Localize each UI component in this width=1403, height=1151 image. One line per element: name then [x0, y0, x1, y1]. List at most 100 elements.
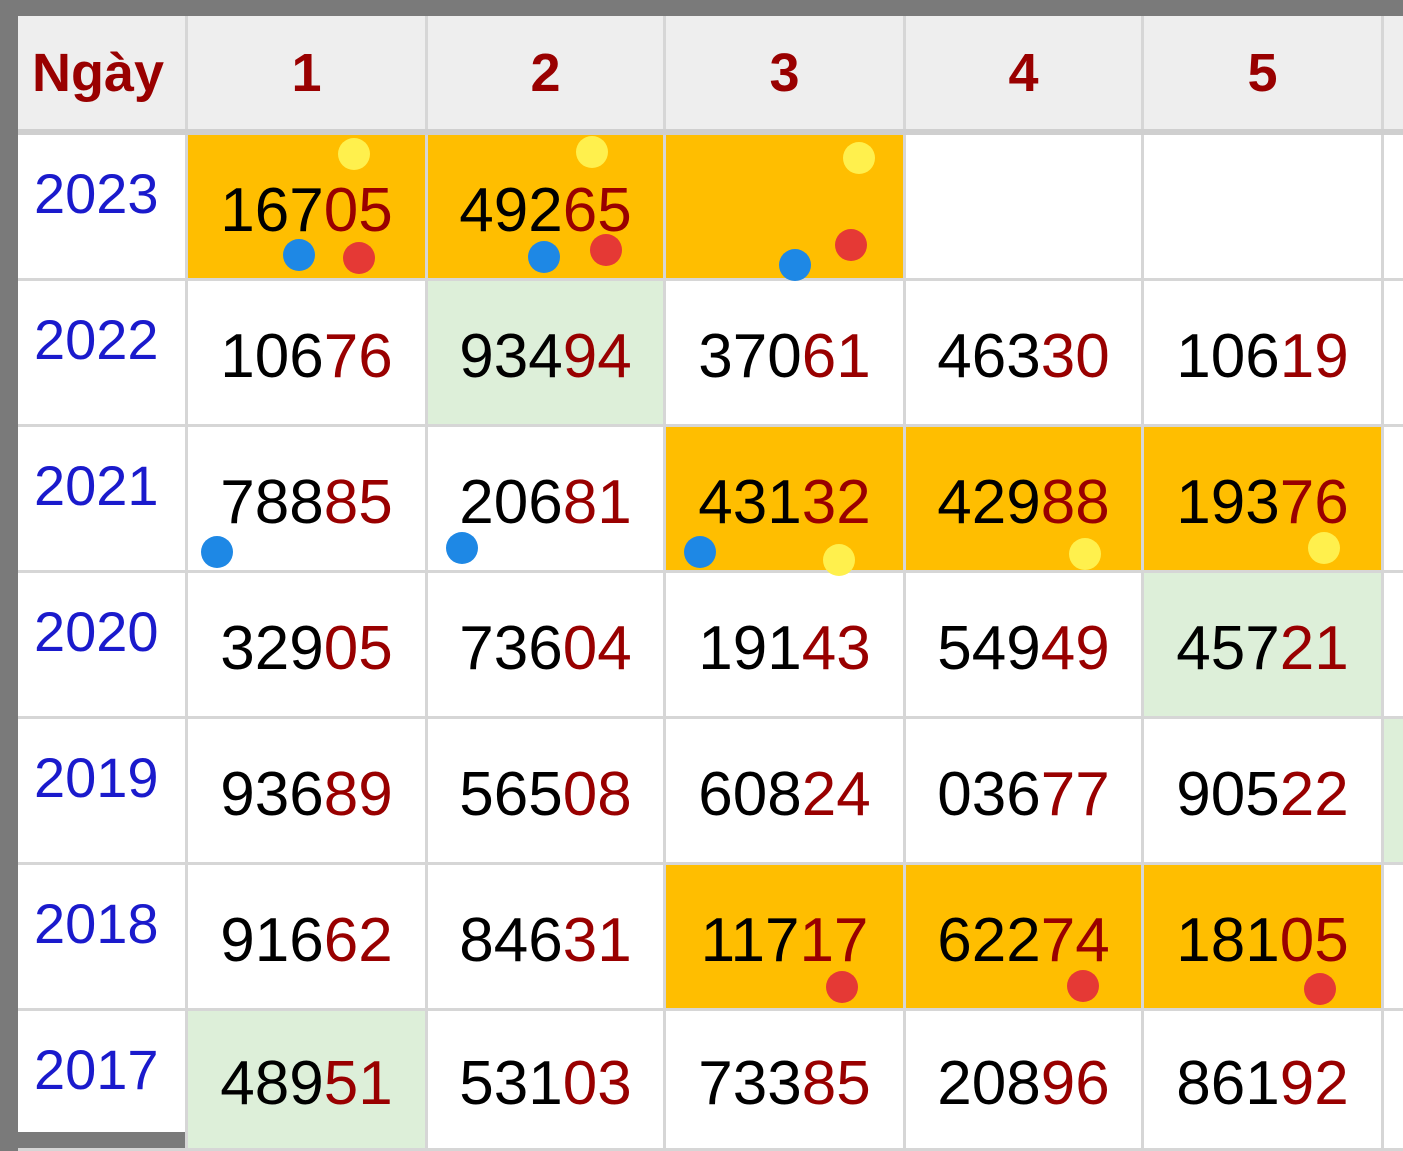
result-last-two-digits: 61 [801, 322, 871, 391]
result-prefix: 167 [220, 176, 324, 245]
result-last-two-digits: 74 [1040, 906, 1110, 975]
result-last-two-digits: 76 [323, 322, 393, 391]
lottery-results-table: Ngày 1 2 3 4 5 2023 167 05 492 65 2022 106 76 93… [18, 16, 1403, 1151]
overflow-cell [1384, 135, 1403, 281]
overflow-cell [1384, 1011, 1403, 1151]
status-dot [826, 971, 858, 1003]
result-prefix: 191 [698, 614, 802, 683]
status-dot [684, 536, 716, 568]
result-last-two-digits: 05 [323, 614, 393, 683]
result-last-two-digits: 43 [801, 614, 871, 683]
result-prefix: 206 [459, 468, 563, 537]
result-prefix: 531 [459, 1049, 563, 1118]
result-prefix: 936 [220, 760, 324, 829]
result-prefix: 549 [937, 614, 1041, 683]
result-last-two-digits: 88 [1040, 468, 1110, 537]
status-dot [779, 249, 811, 281]
result-cell: 736 04 [428, 573, 666, 719]
column-header-2: 2 [428, 16, 666, 132]
result-cell: 916 62 [188, 865, 428, 1011]
status-dot [590, 234, 622, 266]
result-prefix: 608 [698, 760, 802, 829]
result-prefix: 463 [937, 322, 1041, 391]
status-dot [528, 241, 560, 273]
status-dot [343, 242, 375, 274]
year-label: 2017 [18, 1011, 188, 1151]
result-prefix: 846 [459, 906, 563, 975]
overflow-cell [1384, 865, 1403, 1011]
result-cell: 936 89 [188, 719, 428, 865]
status-dot [201, 536, 233, 568]
result-last-two-digits: 05 [1279, 906, 1349, 975]
result-cell: 106 76 [188, 281, 428, 427]
result-cell: 329 05 [188, 573, 428, 719]
result-cell: 457 21 [1144, 573, 1384, 719]
overflow-cell [1384, 281, 1403, 427]
result-last-two-digits: 49 [1040, 614, 1110, 683]
year-label: 2021 [18, 427, 188, 573]
result-prefix: 934 [459, 322, 563, 391]
result-cell [906, 135, 1144, 281]
result-last-two-digits: 51 [323, 1049, 393, 1118]
result-last-two-digits: 94 [562, 322, 632, 391]
result-last-two-digits: 22 [1279, 760, 1349, 829]
column-header-5: 5 [1144, 16, 1384, 132]
result-last-two-digits: 30 [1040, 322, 1110, 391]
result-prefix: 916 [220, 906, 324, 975]
result-prefix: 106 [220, 322, 324, 391]
result-prefix: 329 [220, 614, 324, 683]
result-prefix: 429 [937, 468, 1041, 537]
result-last-two-digits: 81 [562, 468, 632, 537]
result-cell: 429 88 [906, 427, 1144, 573]
result-cell: 531 03 [428, 1011, 666, 1151]
result-cell: 193 76 [1144, 427, 1384, 573]
result-cell: 622 74 [906, 865, 1144, 1011]
result-cell: 733 85 [666, 1011, 906, 1151]
status-dot [1304, 973, 1336, 1005]
result-prefix: 788 [220, 468, 324, 537]
year-label: 2019 [18, 719, 188, 865]
column-header-1: 1 [188, 16, 428, 132]
result-cell: 905 22 [1144, 719, 1384, 865]
status-dot [1067, 970, 1099, 1002]
result-cell: 181 05 [1144, 865, 1384, 1011]
result-cell: 846 31 [428, 865, 666, 1011]
status-dot [835, 229, 867, 261]
result-cell: 191 43 [666, 573, 906, 719]
result-cell: 117 17 [666, 865, 906, 1011]
column-header-4: 4 [906, 16, 1144, 132]
year-label: 2020 [18, 573, 188, 719]
result-prefix: 193 [1176, 468, 1280, 537]
column-header-3: 3 [666, 16, 906, 132]
result-last-two-digits: 21 [1279, 614, 1349, 683]
result-last-two-digits: 77 [1040, 760, 1110, 829]
result-prefix: 036 [937, 760, 1041, 829]
year-label: 2022 [18, 281, 188, 427]
day-column-header: Ngày [18, 16, 188, 132]
result-last-two-digits: 08 [562, 760, 632, 829]
status-dot [283, 239, 315, 271]
overflow-cell [1384, 719, 1403, 865]
result-cell: 861 92 [1144, 1011, 1384, 1151]
year-label: 2023 [18, 135, 188, 281]
year-label: 2018 [18, 865, 188, 1011]
result-cell: 549 49 [906, 573, 1144, 719]
result-prefix: 733 [698, 1049, 802, 1118]
status-dot [338, 138, 370, 170]
overflow-cell [1384, 427, 1403, 573]
result-cell: 370 61 [666, 281, 906, 427]
result-cell: 934 94 [428, 281, 666, 427]
result-cell [1144, 135, 1384, 281]
result-prefix: 861 [1176, 1049, 1280, 1118]
result-last-two-digits: 03 [562, 1049, 632, 1118]
result-prefix: 489 [220, 1049, 324, 1118]
status-dot [446, 532, 478, 564]
result-cell: 106 19 [1144, 281, 1384, 427]
result-cell: 208 96 [906, 1011, 1144, 1151]
status-dot [823, 544, 855, 576]
result-last-two-digits: 19 [1279, 322, 1349, 391]
result-prefix: 208 [937, 1049, 1041, 1118]
result-prefix: 457 [1176, 614, 1280, 683]
result-last-two-digits: 05 [323, 176, 393, 245]
result-cell: 489 51 [188, 1011, 428, 1151]
